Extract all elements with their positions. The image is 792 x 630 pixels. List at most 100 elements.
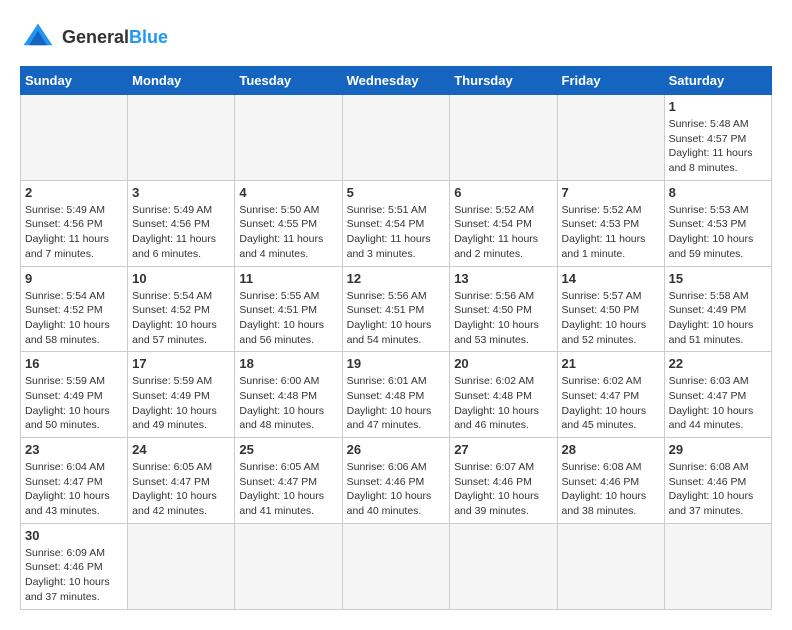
weekday-header-monday: Monday — [128, 67, 235, 95]
calendar-cell: 5Sunrise: 5:51 AM Sunset: 4:54 PM Daylig… — [342, 180, 450, 266]
day-info: Sunrise: 5:54 AM Sunset: 4:52 PM Dayligh… — [132, 289, 230, 348]
calendar-cell: 19 Sunrise: 6:01 AM Sunset: 4:48 PM Dayli… — [342, 352, 450, 438]
calendar-cell: 18 Sunrise: 6:00 AM Sunset: 4:48 PM Dayli… — [235, 352, 342, 438]
calendar-cell — [557, 95, 664, 181]
calendar-cell: 14 Sunrise: 5:57 AM Sunset: 4:50 PM Dayli… — [557, 266, 664, 352]
day-info: Sunrise: 6:06 AM Sunset: 4:46 PM Dayligh… — [347, 460, 446, 519]
calendar-week-2: 2 Sunrise: 5:49 AM Sunset: 4:56 PM Daylig… — [21, 180, 772, 266]
logo-text: GeneralBlue — [62, 28, 168, 48]
calendar-cell: 9 Sunrise: 5:54 AM Sunset: 4:52 PM Daylig… — [21, 266, 128, 352]
calendar-cell: 15 Sunrise: 5:58 AM Sunset: 4:49 PM Dayli… — [664, 266, 771, 352]
weekday-header-thursday: Thursday — [450, 67, 557, 95]
calendar-cell: 27 Sunrise: 6:07 AM Sunset: 4:46 PM Dayli… — [450, 438, 557, 524]
day-info: Sunrise: 5:53 AM Sunset: 4:53 PM Dayligh… — [669, 203, 767, 262]
day-number: 14 — [562, 271, 660, 286]
weekday-header-tuesday: Tuesday — [235, 67, 342, 95]
day-number: 19 — [347, 356, 446, 371]
day-info: Sunrise: 5:56 AM Sunset: 4:50 PM Dayligh… — [454, 289, 552, 348]
calendar-cell — [128, 95, 235, 181]
weekday-header-wednesday: Wednesday — [342, 67, 450, 95]
day-info: Sunrise: 5:59 AM Sunset: 4:49 PM Dayligh… — [132, 374, 230, 433]
calendar-cell: 3 Sunrise: 5:49 AM Sunset: 4:56 PM Daylig… — [128, 180, 235, 266]
calendar-cell: 12 Sunrise: 5:56 AM Sunset: 4:51 PM Dayli… — [342, 266, 450, 352]
calendar-cell: 6Sunrise: 5:52 AM Sunset: 4:54 PM Daylig… — [450, 180, 557, 266]
day-number: 20 — [454, 356, 552, 371]
day-info: Sunrise: 6:07 AM Sunset: 4:46 PM Dayligh… — [454, 460, 552, 519]
calendar-cell — [128, 523, 235, 609]
calendar-cell: 30Sunrise: 6:09 AM Sunset: 4:46 PM Dayli… — [21, 523, 128, 609]
calendar-cell: 13Sunrise: 5:56 AM Sunset: 4:50 PM Dayli… — [450, 266, 557, 352]
day-number: 10 — [132, 271, 230, 286]
day-info: Sunrise: 6:02 AM Sunset: 4:47 PM Dayligh… — [562, 374, 660, 433]
day-number: 4 — [239, 185, 337, 200]
logo: GeneralBlue — [20, 20, 168, 56]
calendar-cell: 10 Sunrise: 5:54 AM Sunset: 4:52 PM Dayli… — [128, 266, 235, 352]
day-info: Sunrise: 5:52 AM Sunset: 4:54 PM Dayligh… — [454, 203, 552, 262]
calendar-cell: 23Sunrise: 6:04 AM Sunset: 4:47 PM Dayli… — [21, 438, 128, 524]
day-number: 3 — [132, 185, 230, 200]
calendar-cell — [235, 523, 342, 609]
day-number: 12 — [347, 271, 446, 286]
calendar-cell: 11 Sunrise: 5:55 AM Sunset: 4:51 PM Dayli… — [235, 266, 342, 352]
calendar-cell — [21, 95, 128, 181]
day-info: Sunrise: 5:51 AM Sunset: 4:54 PM Dayligh… — [347, 203, 446, 262]
day-info: Sunrise: 5:55 AM Sunset: 4:51 PM Dayligh… — [239, 289, 337, 348]
day-number: 29 — [669, 442, 767, 457]
calendar-cell: 7 Sunrise: 5:52 AM Sunset: 4:53 PM Daylig… — [557, 180, 664, 266]
calendar-week-5: 23Sunrise: 6:04 AM Sunset: 4:47 PM Dayli… — [21, 438, 772, 524]
calendar-cell — [342, 523, 450, 609]
calendar-cell — [235, 95, 342, 181]
calendar-week-6: 30Sunrise: 6:09 AM Sunset: 4:46 PM Dayli… — [21, 523, 772, 609]
day-info: Sunrise: 6:03 AM Sunset: 4:47 PM Dayligh… — [669, 374, 767, 433]
day-info: Sunrise: 6:02 AM Sunset: 4:48 PM Dayligh… — [454, 374, 552, 433]
day-number: 9 — [25, 271, 123, 286]
weekday-header-saturday: Saturday — [664, 67, 771, 95]
day-number: 25 — [239, 442, 337, 457]
calendar-cell: 8 Sunrise: 5:53 AM Sunset: 4:53 PM Daylig… — [664, 180, 771, 266]
day-number: 16 — [25, 356, 123, 371]
day-info: Sunrise: 5:50 AM Sunset: 4:55 PM Dayligh… — [239, 203, 337, 262]
calendar-week-4: 16 Sunrise: 5:59 AM Sunset: 4:49 PM Dayli… — [21, 352, 772, 438]
calendar-cell: 21 Sunrise: 6:02 AM Sunset: 4:47 PM Dayli… — [557, 352, 664, 438]
day-info: Sunrise: 5:52 AM Sunset: 4:53 PM Dayligh… — [562, 203, 660, 262]
calendar-cell: 16Sunrise: 5:59 AM Sunset: 4:49 PM Dayli… — [21, 352, 128, 438]
day-number: 7 — [562, 185, 660, 200]
day-info: Sunrise: 6:00 AM Sunset: 4:48 PM Dayligh… — [239, 374, 337, 433]
calendar-cell — [450, 523, 557, 609]
day-info: Sunrise: 6:08 AM Sunset: 4:46 PM Dayligh… — [562, 460, 660, 519]
day-number: 24 — [132, 442, 230, 457]
day-info: Sunrise: 5:54 AM Sunset: 4:52 PM Dayligh… — [25, 289, 123, 348]
calendar-week-3: 9 Sunrise: 5:54 AM Sunset: 4:52 PM Daylig… — [21, 266, 772, 352]
calendar-cell — [664, 523, 771, 609]
calendar-cell: 22Sunrise: 6:03 AM Sunset: 4:47 PM Dayli… — [664, 352, 771, 438]
day-number: 8 — [669, 185, 767, 200]
calendar-cell: 28Sunrise: 6:08 AM Sunset: 4:46 PM Dayli… — [557, 438, 664, 524]
page-header: GeneralBlue — [20, 20, 772, 56]
calendar-cell: 24 Sunrise: 6:05 AM Sunset: 4:47 PM Dayli… — [128, 438, 235, 524]
day-number: 18 — [239, 356, 337, 371]
day-number: 1 — [669, 99, 767, 114]
day-number: 15 — [669, 271, 767, 286]
weekday-header-sunday: Sunday — [21, 67, 128, 95]
calendar-cell: 29 Sunrise: 6:08 AM Sunset: 4:46 PM Dayli… — [664, 438, 771, 524]
day-number: 23 — [25, 442, 123, 457]
day-number: 21 — [562, 356, 660, 371]
day-info: Sunrise: 5:58 AM Sunset: 4:49 PM Dayligh… — [669, 289, 767, 348]
calendar-cell: 26 Sunrise: 6:06 AM Sunset: 4:46 PM Dayli… — [342, 438, 450, 524]
day-info: Sunrise: 5:56 AM Sunset: 4:51 PM Dayligh… — [347, 289, 446, 348]
day-info: Sunrise: 6:01 AM Sunset: 4:48 PM Dayligh… — [347, 374, 446, 433]
day-number: 17 — [132, 356, 230, 371]
calendar-cell: 2 Sunrise: 5:49 AM Sunset: 4:56 PM Daylig… — [21, 180, 128, 266]
day-number: 11 — [239, 271, 337, 286]
day-number: 26 — [347, 442, 446, 457]
day-number: 2 — [25, 185, 123, 200]
day-info: Sunrise: 5:49 AM Sunset: 4:56 PM Dayligh… — [132, 203, 230, 262]
day-number: 30 — [25, 528, 123, 543]
day-info: Sunrise: 6:05 AM Sunset: 4:47 PM Dayligh… — [132, 460, 230, 519]
day-info: Sunrise: 5:49 AM Sunset: 4:56 PM Dayligh… — [25, 203, 123, 262]
day-info: Sunrise: 5:48 AM Sunset: 4:57 PM Dayligh… — [669, 117, 767, 176]
calendar-cell — [557, 523, 664, 609]
day-number: 27 — [454, 442, 552, 457]
day-info: Sunrise: 6:08 AM Sunset: 4:46 PM Dayligh… — [669, 460, 767, 519]
day-info: Sunrise: 5:57 AM Sunset: 4:50 PM Dayligh… — [562, 289, 660, 348]
